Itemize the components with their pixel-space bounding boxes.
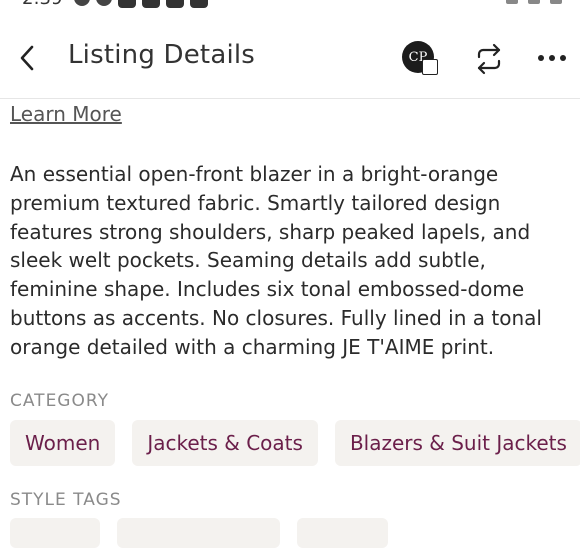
back-button[interactable] — [14, 42, 42, 74]
style-tag-chip[interactable] — [10, 518, 100, 548]
style-tags-label: STYLE TAGS — [10, 490, 122, 510]
more-options-button[interactable] — [536, 44, 568, 72]
app-notification-icon — [142, 0, 160, 8]
style-tag-chips — [10, 518, 388, 548]
share-repost-button[interactable] — [472, 42, 506, 76]
battery-icon — [550, 0, 562, 4]
more-horizontal-icon — [538, 55, 566, 61]
app-notification-icon — [190, 0, 208, 8]
style-tag-chip[interactable] — [297, 518, 388, 548]
chevron-left-icon — [20, 45, 34, 71]
app-header: Listing Details CP — [0, 20, 580, 99]
style-tag-chip[interactable] — [117, 518, 280, 548]
notification-icons — [74, 0, 208, 8]
system-icons — [506, 0, 562, 4]
notification-dot-icon — [96, 0, 112, 6]
category-chips: Women Jackets & Coats Blazers & Suit Jac… — [10, 420, 580, 466]
category-label: CATEGORY — [10, 391, 109, 411]
avatar[interactable]: CP — [402, 41, 438, 75]
repost-icon — [477, 43, 501, 75]
app-notification-icon — [166, 0, 184, 8]
status-time: 2:39 — [22, 0, 62, 9]
category-chip-jackets-coats[interactable]: Jackets & Coats — [132, 420, 318, 466]
signal-icon — [528, 0, 540, 4]
message-icon — [74, 0, 90, 6]
app-notification-icon — [118, 0, 136, 8]
page-title: Listing Details — [68, 40, 256, 70]
shopping-bag-icon — [422, 59, 438, 75]
status-bar: 2:39 — [0, 0, 580, 10]
category-chip-blazers-suit-jackets[interactable]: Blazers & Suit Jackets — [334, 420, 580, 466]
learn-more-link[interactable]: Learn More — [10, 102, 122, 126]
wifi-icon — [506, 0, 518, 4]
category-chip-women[interactable]: Women — [10, 420, 116, 466]
listing-description: An essential open-front blazer in a brig… — [10, 162, 542, 359]
